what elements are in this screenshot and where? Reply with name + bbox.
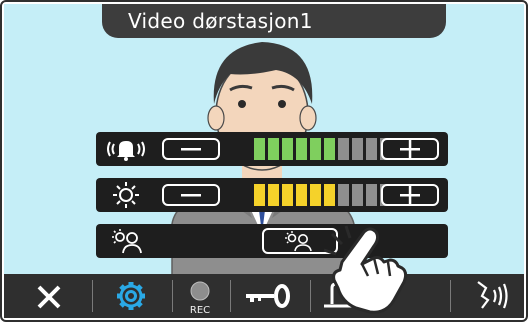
bottom-toolbar: REC: [4, 274, 524, 318]
title-bar: Video dørstasjon1: [102, 4, 446, 38]
level-segment-on: [310, 184, 321, 206]
settings-button[interactable]: [108, 274, 154, 318]
level-segment-off: [352, 184, 363, 206]
speaker-volume-icon: [107, 141, 145, 161]
level-segment-on: [254, 184, 265, 206]
close-button[interactable]: [26, 274, 72, 318]
brightness-increase-button[interactable]: [381, 184, 439, 206]
unlock-door-button[interactable]: [240, 274, 296, 318]
minus-icon: [181, 148, 201, 151]
level-segment-on: [324, 184, 335, 206]
volume-increase-button[interactable]: [381, 138, 439, 160]
toolbar-separator: [310, 280, 311, 312]
intercom-screen: Video dørstasjon1 REC: [0, 0, 528, 322]
toolbar-separator: [92, 280, 93, 312]
record-label: REC: [189, 305, 211, 316]
brightness-decrease-button[interactable]: [162, 184, 220, 206]
window-title: Video dørstasjon1: [128, 9, 313, 33]
level-segment-on: [254, 138, 265, 160]
level-segment-on: [296, 138, 307, 160]
volume-level-bar: [254, 138, 391, 160]
brightness-sun-icon: [113, 182, 139, 208]
key-icon: [246, 284, 290, 308]
level-segment-off: [338, 138, 349, 160]
level-segment-on: [310, 138, 321, 160]
level-segment-on: [296, 184, 307, 206]
toolbar-separator: [230, 280, 231, 312]
toolbar-separator: [172, 280, 173, 312]
level-segment-on: [268, 184, 279, 206]
volume-decrease-button[interactable]: [162, 138, 220, 160]
record-icon: [190, 281, 210, 301]
record-button[interactable]: REC: [180, 274, 220, 318]
level-segment-on: [282, 138, 293, 160]
level-segment-off: [338, 184, 349, 206]
backlight-person-icon: [112, 229, 142, 254]
plus-icon: [400, 140, 420, 158]
gear-icon: [117, 282, 145, 310]
plus-icon: [400, 186, 420, 204]
talk-button[interactable]: [462, 274, 518, 318]
minus-icon: [181, 194, 201, 197]
level-segment-on: [324, 138, 335, 160]
level-segment-off: [352, 138, 363, 160]
level-segment-off: [366, 184, 377, 206]
talk-icon: [477, 281, 508, 309]
pointing-hand-icon: [323, 225, 408, 314]
level-segment-off: [366, 138, 377, 160]
brightness-row: [96, 178, 448, 212]
brightness-level-bar: [254, 184, 391, 206]
level-segment-on: [268, 138, 279, 160]
toolbar-separator: [450, 280, 451, 312]
close-icon: [37, 285, 61, 309]
level-segment-on: [282, 184, 293, 206]
volume-row: [96, 132, 448, 166]
